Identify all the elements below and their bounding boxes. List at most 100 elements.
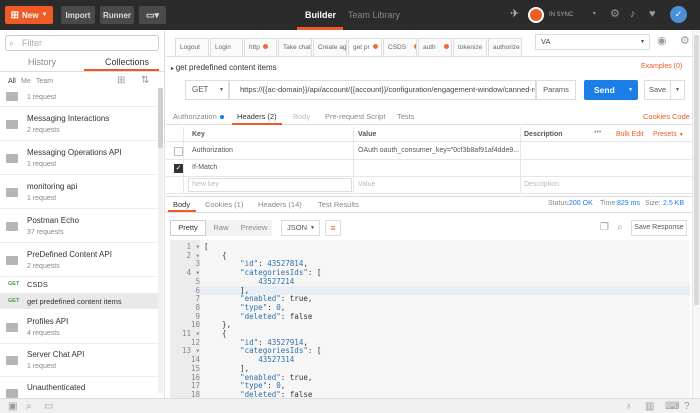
tab-tokenize[interactable]: tokenize (453, 38, 487, 56)
tab-get-predefined[interactable]: get pr (348, 38, 382, 56)
sidebar-scrollbar[interactable] (158, 88, 163, 393)
new-collection-icon[interactable]: ⊞ (117, 75, 125, 86)
list-item[interactable]: 1 request (0, 88, 158, 107)
list-item[interactable]: Postman Echo 37 requests (0, 210, 158, 243)
format-select[interactable]: JSON ▼ (281, 220, 320, 236)
list-item[interactable]: Messaging Operations API 1 request (0, 142, 158, 175)
environment-select[interactable]: VA ▼ (535, 34, 650, 50)
tab-authorization[interactable]: Authorization (173, 112, 224, 121)
sidebar-toggle-icon[interactable]: ▣ (8, 401, 17, 412)
tab-test-results[interactable]: Test Results (318, 200, 359, 209)
tab-headers[interactable]: Headers (2) (237, 112, 277, 121)
collection-name: Profiles API (27, 317, 69, 326)
search-input[interactable]: Filter (5, 35, 159, 51)
heart-icon[interactable]: ♥ (649, 9, 656, 20)
more-icon[interactable]: ••• (594, 129, 601, 136)
header-checkbox[interactable] (174, 147, 183, 156)
header-key[interactable]: Authorization (192, 147, 233, 154)
bell-icon[interactable]: ♪ (630, 9, 636, 20)
tab-body[interactable]: Body (293, 112, 310, 121)
chevron-down-icon[interactable]: ▼ (628, 80, 633, 100)
tab-history[interactable]: History (28, 57, 56, 67)
tab-http[interactable]: http (244, 38, 277, 56)
console-icon[interactable]: ▭ (44, 401, 53, 412)
capture-icon[interactable]: ◔ (590, 9, 597, 20)
header-value[interactable]: OAuth oauth_consumer_key="0cf3b8af91af4d… (358, 147, 519, 154)
tab-team-library[interactable]: Team Library (348, 10, 400, 20)
bulb-icon[interactable]: ♁ (625, 401, 633, 412)
list-item[interactable]: Profiles API 4 requests (0, 311, 158, 344)
search-icon[interactable]: ⌕ (26, 401, 32, 412)
presets-link[interactable]: Presets ▼ (653, 131, 684, 138)
keyboard-icon[interactable]: ⌨ (665, 401, 679, 412)
chevron-down-icon: ▼ (675, 87, 680, 93)
sync-icon[interactable] (528, 7, 544, 23)
tab-authorize[interactable]: authorize (488, 38, 522, 56)
gear-icon[interactable]: ⚙ (680, 36, 690, 47)
raw-button[interactable]: Raw (206, 220, 236, 236)
header-key[interactable]: If-Match (192, 164, 217, 171)
search-icon[interactable]: ⌕ (617, 222, 623, 233)
import-button[interactable]: Import (61, 6, 95, 24)
avatar[interactable]: ✓ (670, 6, 687, 23)
tab-auth[interactable]: auth (418, 38, 452, 56)
filter-team[interactable]: Team (36, 78, 53, 85)
new-button[interactable]: ⊞ New ▼ (5, 6, 53, 24)
description-input[interactable]: Description (524, 181, 559, 188)
header-checkbox-checked[interactable]: ✓ (174, 164, 183, 173)
main-scrollbar[interactable] (692, 30, 700, 398)
chevron-down-icon[interactable]: ▼ (41, 12, 47, 18)
layout-icon[interactable]: ▥ (645, 401, 654, 412)
new-window-button[interactable]: ▭▾ (139, 6, 166, 24)
url-input[interactable]: https://{{ac-domain}}/api/account/{{acco… (229, 80, 536, 100)
tab-builder[interactable]: Builder (305, 10, 336, 20)
pretty-button[interactable]: Pretty (170, 220, 206, 236)
tab-response-cookies[interactable]: Cookies (1) (205, 200, 243, 209)
save-button[interactable]: Save (644, 80, 671, 100)
tab-create-agent[interactable]: Create age (313, 38, 347, 56)
tab-response-headers[interactable]: Headers (14) (258, 200, 302, 209)
examples-link[interactable]: Examples (0) (641, 63, 682, 70)
copy-icon[interactable]: ❐ (600, 222, 609, 233)
params-button[interactable]: Params (536, 80, 576, 100)
request-item-active[interactable]: GET get predefined content items (0, 293, 158, 309)
request-item-csds[interactable]: GET CSDS (0, 276, 158, 292)
list-item[interactable]: monitoring api 1 request (0, 176, 158, 209)
save-response-button[interactable]: Save Response (631, 220, 687, 236)
list-item[interactable]: Server Chat API 1 request (0, 344, 158, 377)
cookies-link[interactable]: Cookies (643, 112, 670, 121)
tab-response-body[interactable]: Body (173, 200, 190, 209)
active-tab-indicator (168, 210, 196, 212)
tab-tests[interactable]: Tests (397, 112, 415, 121)
list-item[interactable]: Messaging Interactions 2 requests (0, 108, 158, 141)
tab-collections[interactable]: Collections (105, 57, 149, 67)
runner-button[interactable]: Runner (100, 6, 134, 24)
sort-icon[interactable]: ⇅ (141, 75, 149, 86)
method-select[interactable]: GET ▼ (185, 80, 229, 100)
response-body-code[interactable]: 1 ▾ [2 ▾ {3 "id": 43527814, 4 ▾ "categorie… (170, 240, 690, 399)
tab-csds[interactable]: CSDS (383, 38, 417, 56)
filter-all[interactable]: All (8, 78, 16, 85)
help-icon[interactable]: ? (684, 401, 690, 412)
send-button[interactable]: Send ▼ (584, 80, 638, 100)
preview-button[interactable]: Preview (236, 220, 272, 236)
code-link[interactable]: Code (672, 112, 690, 121)
filter-me[interactable]: Me (21, 78, 31, 85)
settings-icon[interactable]: ⚙ (610, 9, 620, 20)
wrap-lines-icon[interactable]: ≡ (325, 220, 341, 236)
tab-pre-request-script[interactable]: Pre-request Script (325, 112, 385, 121)
interceptor-icon[interactable]: ✈ (510, 9, 519, 20)
bulk-edit-link[interactable]: Bulk Edit (616, 131, 644, 138)
status-dot (219, 115, 224, 119)
list-item[interactable]: Unauthenticated (0, 377, 158, 398)
value-input[interactable]: Value (358, 181, 375, 188)
list-item[interactable]: PreDefined Content API 2 requests (0, 244, 158, 277)
tab-take-chat[interactable]: Take chat (278, 38, 312, 56)
save-menu-button[interactable]: ▼ (671, 80, 685, 100)
tab-logout[interactable]: Logout (175, 38, 209, 56)
new-key-input[interactable]: New key (188, 178, 352, 192)
eye-icon[interactable]: ◉ (657, 36, 667, 47)
tab-login[interactable]: Login (210, 38, 243, 56)
request-count: 1 request (27, 94, 57, 101)
request-title[interactable]: ▸ get predefined content items (171, 63, 277, 72)
